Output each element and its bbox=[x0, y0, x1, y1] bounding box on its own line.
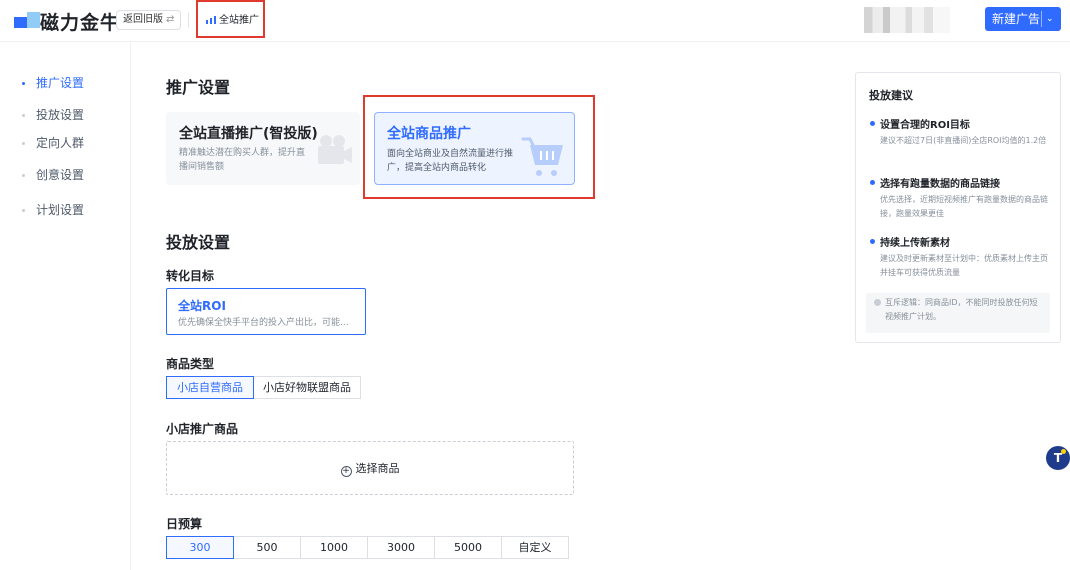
advice-tip-body: 建议及时更新素材至计划中：优质素材上传主页并挂车可获得优质流量 bbox=[880, 254, 1048, 277]
daily-budget-selector: 300 500 1000 3000 5000 自定义 bbox=[166, 536, 569, 559]
nav-item-plan-settings[interactable]: 计划设置 bbox=[22, 201, 84, 218]
advice-tip-body: 建议不超过7日(非直播间)全店ROI均值的1.2倍 bbox=[880, 136, 1047, 145]
advice-tip-body: 优先选择，近期短视频推广有跑量数据的商品链接，跑量效果更佳 bbox=[880, 195, 1048, 218]
user-avatar-blurred[interactable] bbox=[864, 7, 950, 33]
goal-title: 全站ROI bbox=[178, 299, 226, 313]
nav-dot-icon bbox=[22, 174, 25, 177]
nav-item-promo-settings[interactable]: 推广设置 bbox=[22, 74, 84, 91]
delivery-settings-title: 投放设置 bbox=[166, 233, 231, 252]
conversion-goal-label: 转化目标 bbox=[166, 269, 215, 283]
advice-tip: 持续上传新素材 建议及时更新素材至计划中：优质素材上传主页并挂车可获得优质流量 bbox=[869, 234, 1055, 280]
budget-option-300[interactable]: 300 bbox=[166, 536, 234, 559]
product-type-selector: 小店自营商品 小店好物联盟商品 bbox=[166, 376, 361, 399]
nav-item-label: 推广设置 bbox=[36, 76, 85, 90]
advice-tip-heading: 持续上传新素材 bbox=[880, 238, 950, 249]
advice-tip-heading: 设置合理的ROI目标 bbox=[880, 120, 970, 131]
budget-option-5000[interactable]: 5000 bbox=[434, 536, 502, 559]
swap-icon: ⇄ bbox=[166, 14, 175, 25]
promo-settings-title: 推广设置 bbox=[166, 78, 231, 97]
nav-item-label: 创意设置 bbox=[36, 168, 85, 182]
left-nav: 推广设置 投放设置 定向人群 创意设置 计划设置 bbox=[0, 43, 131, 570]
nav-dot-icon bbox=[22, 82, 25, 85]
advice-tip-heading: 选择有跑量数据的商品链接 bbox=[880, 179, 1000, 190]
app-logo-text[interactable]: 磁力金牛 bbox=[40, 8, 120, 35]
budget-option-custom[interactable]: 自定义 bbox=[501, 536, 569, 559]
nav-item-label: 计划设置 bbox=[36, 203, 85, 217]
bullet-icon bbox=[870, 180, 875, 185]
budget-option-1000[interactable]: 1000 bbox=[300, 536, 368, 559]
floating-assistant-icon[interactable]: T bbox=[1046, 446, 1070, 470]
daily-budget-label: 日预算 bbox=[166, 517, 203, 531]
new-ad-button[interactable]: 新建广告 ⌄ bbox=[985, 7, 1061, 31]
highlight-box-tab bbox=[196, 0, 265, 38]
nav-item-label: 投放设置 bbox=[36, 108, 85, 122]
advice-tip: 设置合理的ROI目标 建议不超过7日(非直播间)全店ROI均值的1.2倍 bbox=[869, 116, 1055, 148]
promoted-product-label: 小店推广商品 bbox=[166, 422, 239, 436]
select-product-label: 选择商品 bbox=[355, 462, 400, 475]
product-type-self-operated[interactable]: 小店自营商品 bbox=[166, 376, 254, 399]
bullet-icon bbox=[870, 121, 875, 126]
conversion-goal-option[interactable]: 全站ROI 优先确保全快手平台的投入产出比，可能... bbox=[166, 288, 366, 335]
new-ad-label: 新建广告 bbox=[992, 12, 1041, 26]
button-divider bbox=[1041, 11, 1042, 27]
delivery-advice-panel: 投放建议 设置合理的ROI目标 建议不超过7日(非直播间)全店ROI均值的1.2… bbox=[855, 72, 1061, 343]
product-type-affiliate[interactable]: 小店好物联盟商品 bbox=[253, 376, 361, 399]
advice-tip: 选择有跑量数据的商品链接 优先选择，近期短视频推广有跑量数据的商品链接，跑量效果… bbox=[869, 175, 1055, 221]
nav-item-creative-settings[interactable]: 创意设置 bbox=[22, 166, 84, 183]
note-text: 互斥逻辑：同商品ID，不能同时投放任何短视频推广计划。 bbox=[885, 298, 1038, 321]
advice-title: 投放建议 bbox=[869, 89, 913, 102]
mutual-exclusion-note: 互斥逻辑：同商品ID，不能同时投放任何短视频推广计划。 bbox=[866, 293, 1050, 333]
back-to-old-version-label: 返回旧版 bbox=[123, 14, 163, 25]
camera-icon bbox=[318, 135, 352, 164]
select-product-box[interactable]: + 选择商品 bbox=[166, 441, 574, 495]
info-icon bbox=[874, 299, 881, 306]
nav-dot-icon bbox=[22, 142, 25, 145]
nav-dot-icon bbox=[22, 209, 25, 212]
goal-desc: 优先确保全快手平台的投入产出比，可能... bbox=[178, 318, 349, 328]
nav-item-delivery-settings[interactable]: 投放设置 bbox=[22, 106, 84, 123]
budget-option-3000[interactable]: 3000 bbox=[367, 536, 435, 559]
nav-item-label: 定向人群 bbox=[36, 136, 85, 150]
plus-circle-icon: + bbox=[340, 466, 352, 477]
chevron-down-icon[interactable]: ⌄ bbox=[1046, 7, 1054, 31]
back-to-old-version-button[interactable]: 返回旧版 ⇄ bbox=[116, 10, 182, 30]
nav-dot-icon bbox=[22, 114, 25, 117]
promo-type-card-live[interactable]: 全站直播推广(智投版) 精准触达潜在购买人群，提升直播间销售额 bbox=[166, 112, 360, 185]
bullet-icon bbox=[870, 239, 875, 244]
promo-card-title: 全站直播推广(智投版) bbox=[179, 126, 318, 142]
header-divider bbox=[188, 12, 189, 28]
logo-mark bbox=[14, 17, 27, 28]
notification-dot bbox=[1061, 449, 1066, 454]
product-type-label: 商品类型 bbox=[166, 357, 215, 371]
logo-mark-accent bbox=[27, 12, 40, 28]
promo-card-desc: 精准触达潜在购买人群，提升直播间销售额 bbox=[179, 148, 306, 172]
nav-item-targeting[interactable]: 定向人群 bbox=[22, 134, 84, 151]
highlight-box-product-card bbox=[363, 95, 595, 199]
budget-option-500[interactable]: 500 bbox=[233, 536, 301, 559]
